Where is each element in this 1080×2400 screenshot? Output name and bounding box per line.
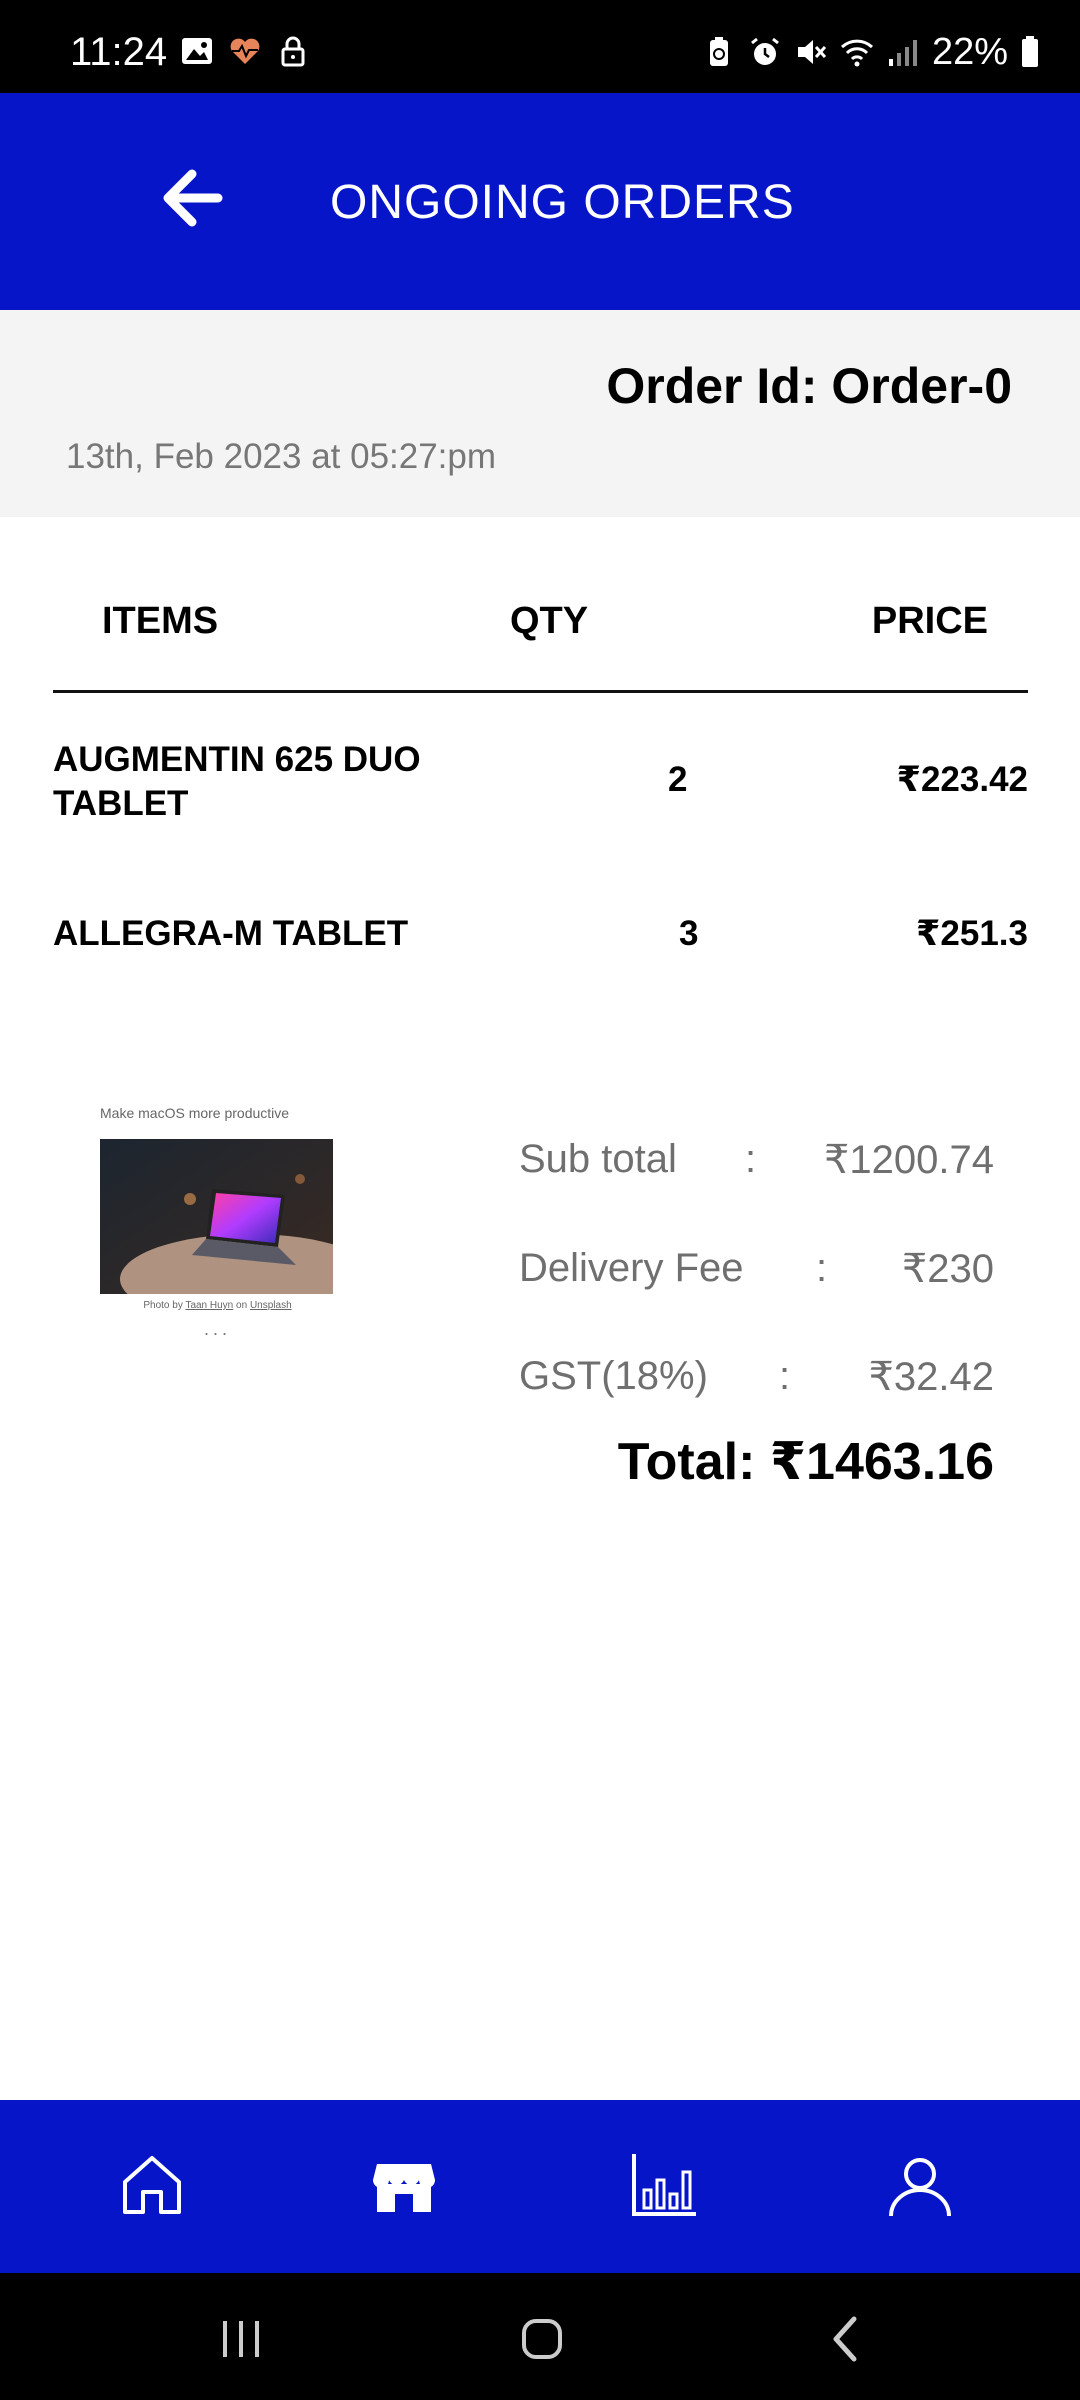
arrow-left-icon[interactable] bbox=[158, 163, 228, 233]
table-row-price: ₹223.42 bbox=[896, 760, 1028, 799]
delivery-fee-value: ₹230 bbox=[901, 1247, 994, 1291]
app-bar: ONGOING ORDERS bbox=[0, 93, 1080, 310]
item-name-line: AUGMENTIN 625 DUO bbox=[53, 740, 421, 779]
page-title: ONGOING ORDERS bbox=[330, 176, 795, 229]
table-row-item-name: ALLEGRA-M TABLET bbox=[53, 914, 409, 953]
home-circle-icon[interactable] bbox=[512, 2309, 572, 2369]
subtotal-colon: : bbox=[745, 1137, 757, 1181]
stats-icon[interactable] bbox=[630, 2150, 700, 2220]
credit-mid: on bbox=[233, 1300, 250, 1311]
lock-icon bbox=[281, 36, 305, 67]
subtotal-value: ₹1200.74 bbox=[823, 1138, 994, 1182]
order-header: Order Id: Order-0 13th, Feb 2023 at 05:2… bbox=[0, 310, 1080, 517]
order-date: 13th, Feb 2023 at 05:27:pm bbox=[66, 437, 497, 476]
gst-value: ₹32.42 bbox=[868, 1355, 994, 1399]
image-icon bbox=[182, 38, 212, 64]
credit-site-link[interactable]: Unsplash bbox=[250, 1300, 292, 1311]
table-row-price: ₹251.3 bbox=[916, 914, 1028, 953]
wifi-icon bbox=[840, 39, 873, 67]
status-left-icons bbox=[180, 34, 310, 68]
promo-caption: Make macOS more productive bbox=[100, 1105, 290, 1121]
column-header-price: PRICE bbox=[871, 600, 988, 642]
gst-label: GST(18%) bbox=[519, 1354, 708, 1398]
laptop-photo bbox=[100, 1139, 333, 1294]
back-chevron-icon[interactable] bbox=[816, 2309, 876, 2369]
profile-icon[interactable] bbox=[885, 2150, 955, 2220]
subtotal-label: Sub total bbox=[519, 1137, 677, 1181]
store-icon[interactable] bbox=[369, 2150, 439, 2220]
delivery-fee-label: Delivery Fee bbox=[519, 1246, 744, 1290]
status-time: 11:24 bbox=[70, 30, 168, 74]
battery-icon bbox=[1022, 36, 1038, 67]
credit-author-link[interactable]: Taan Huyn bbox=[185, 1300, 233, 1311]
table-row-item-name: AUGMENTIN 625 DUO TABLET bbox=[53, 738, 421, 826]
home-icon[interactable] bbox=[117, 2150, 187, 2220]
alarm-icon bbox=[751, 37, 779, 65]
credit-prefix: Photo by bbox=[143, 1300, 186, 1311]
gst-colon: : bbox=[779, 1354, 791, 1398]
column-header-items: ITEMS bbox=[102, 600, 219, 642]
delivery-fee-colon: : bbox=[816, 1246, 828, 1290]
system-nav-bar bbox=[0, 2273, 1080, 2400]
status-bar: 11:24 22% bbox=[0, 0, 1080, 93]
status-right-icons: 22% bbox=[702, 28, 1040, 76]
recents-icon[interactable] bbox=[211, 2309, 271, 2369]
table-row-qty: 2 bbox=[668, 760, 688, 799]
photo-credit: Photo by Taan Huyn on Unsplash bbox=[100, 1300, 335, 1311]
mute-icon bbox=[797, 40, 827, 64]
more-dots: ... bbox=[203, 1319, 231, 1339]
table-row-qty: 3 bbox=[679, 914, 699, 953]
order-id: Order Id: Order-0 bbox=[606, 358, 1012, 414]
signal-icon bbox=[888, 40, 917, 66]
table-divider bbox=[53, 690, 1028, 693]
battery-percent: 22% bbox=[931, 31, 1008, 73]
order-total: Total: ₹1463.16 bbox=[617, 1433, 994, 1491]
battery-saver-icon bbox=[709, 37, 728, 66]
item-name-line: TABLET bbox=[53, 784, 189, 823]
bottom-nav bbox=[0, 2100, 1080, 2273]
promo-card[interactable]: Make macOS more productive Photo by Taan… bbox=[100, 1105, 335, 1340]
heart-rate-icon bbox=[230, 38, 260, 64]
column-header-qty: QTY bbox=[510, 600, 589, 642]
